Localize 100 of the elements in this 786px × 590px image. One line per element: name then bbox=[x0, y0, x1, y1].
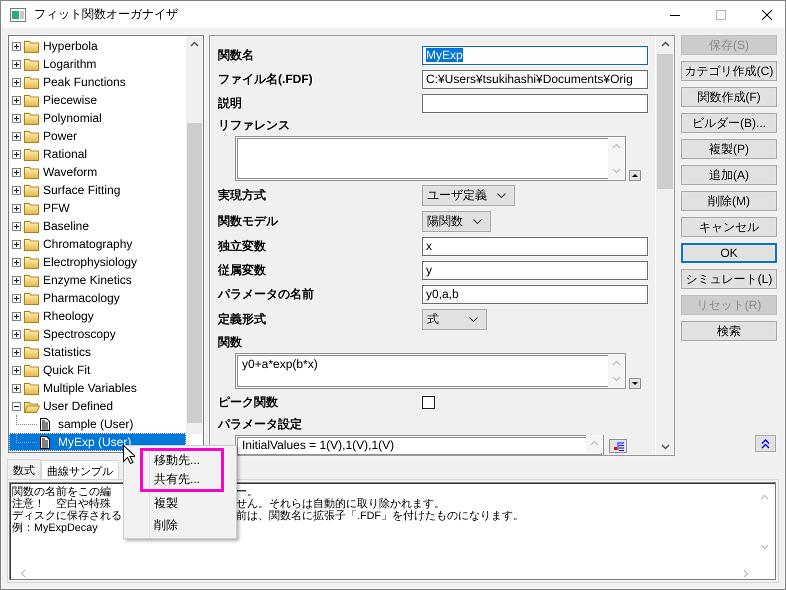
expand-icon[interactable] bbox=[12, 60, 21, 68]
scroll-up-icon[interactable] bbox=[190, 41, 199, 47]
input-field[interactable] bbox=[422, 94, 648, 112]
close-icon[interactable] bbox=[762, 10, 772, 20]
scroll-down-icon[interactable] bbox=[660, 444, 670, 450]
expand-icon[interactable] bbox=[12, 258, 21, 266]
tree-item[interactable]: Waveform bbox=[9, 163, 186, 181]
folder-icon bbox=[24, 310, 40, 322]
open-folder-icon bbox=[24, 400, 40, 412]
folder-icon bbox=[24, 382, 40, 394]
button[interactable]: 検索 bbox=[681, 321, 777, 341]
dropdown[interactable]: 陽関数 bbox=[422, 210, 491, 232]
menu-item[interactable]: 移動先... bbox=[143, 451, 221, 470]
tree-item[interactable]: User Defined bbox=[9, 397, 186, 415]
scrollbar[interactable] bbox=[186, 36, 203, 434]
text-area[interactable]: InitialValues = 1(V),1(V),1(V) bbox=[235, 435, 604, 455]
tree-item[interactable]: Rheology bbox=[9, 307, 186, 325]
dropdown[interactable]: ユーザ定義 bbox=[422, 184, 515, 206]
button[interactable]: 複製(P) bbox=[681, 139, 777, 159]
input-field[interactable]: y0,a,b bbox=[422, 284, 648, 304]
checkbox[interactable] bbox=[422, 396, 435, 408]
expand-icon[interactable] bbox=[12, 330, 21, 338]
tab[interactable]: 数式 bbox=[7, 459, 41, 479]
menu-item[interactable]: 削除 bbox=[124, 514, 236, 536]
section-label: 関数 bbox=[218, 334, 243, 351]
tree-item[interactable]: Enzyme Kinetics bbox=[9, 271, 186, 289]
button[interactable]: ビルダー(B)... bbox=[681, 113, 777, 133]
tree-item[interactable]: Piecewise bbox=[9, 91, 186, 109]
arrow-up-icon[interactable] bbox=[629, 170, 641, 181]
tree-item[interactable]: Electrophysiology bbox=[9, 253, 186, 271]
button[interactable]: シミュレート(L) bbox=[681, 269, 777, 289]
folder-icon bbox=[24, 346, 40, 358]
folder-icon bbox=[24, 220, 40, 232]
folder-icon bbox=[24, 202, 40, 214]
expand-icon[interactable] bbox=[12, 384, 21, 392]
button[interactable]: 関数作成(F) bbox=[681, 87, 777, 107]
tree-item[interactable]: Pharmacology bbox=[9, 289, 186, 307]
menu-item[interactable]: 共有先... bbox=[143, 470, 221, 489]
field-label: ピーク関数 bbox=[218, 394, 279, 410]
field-label: ファイル名(.FDF) bbox=[218, 70, 314, 88]
help-text: ディスクに保存される bbox=[12, 510, 122, 522]
tree-item[interactable]: Chromatography bbox=[9, 235, 186, 253]
expand-icon[interactable] bbox=[12, 114, 21, 122]
button[interactable]: OK bbox=[681, 243, 777, 263]
tree-item[interactable]: Power bbox=[9, 127, 186, 145]
tree-item[interactable]: Polynomial bbox=[9, 109, 186, 127]
expand-icon[interactable] bbox=[12, 366, 21, 374]
button[interactable]: 削除(M) bbox=[681, 191, 777, 211]
tree-item[interactable]: Quick Fit bbox=[9, 361, 186, 379]
expand-icon[interactable] bbox=[12, 150, 21, 158]
expand-icon[interactable] bbox=[12, 78, 21, 86]
folder-icon bbox=[24, 166, 40, 178]
input-field[interactable]: C:¥Users¥tsukihashi¥Documents¥Orig bbox=[422, 70, 648, 88]
scrollbar[interactable] bbox=[655, 36, 674, 455]
tree-item[interactable]: PFW bbox=[9, 199, 186, 217]
item-label: Surface Fitting bbox=[43, 183, 120, 197]
expand-icon[interactable] bbox=[12, 348, 21, 356]
tree-item[interactable]: Rational bbox=[9, 145, 186, 163]
expand-icon[interactable] bbox=[12, 240, 21, 248]
double-chevron-up-icon bbox=[761, 438, 770, 448]
help-text: せん。それらは自動的に取り除かれます。 bbox=[236, 498, 445, 510]
button[interactable]: カテゴリ作成(C) bbox=[681, 61, 777, 81]
item-label: Polynomial bbox=[43, 111, 102, 125]
button[interactable]: 追加(A) bbox=[681, 165, 777, 185]
field-label: 関数名 bbox=[218, 46, 255, 64]
input-field[interactable]: MyExp bbox=[422, 46, 648, 64]
tree-item[interactable]: Peak Functions bbox=[9, 73, 186, 91]
tree-item[interactable]: Surface Fitting bbox=[9, 181, 186, 199]
tree-item[interactable]: Spectroscopy bbox=[9, 325, 186, 343]
expand-icon[interactable] bbox=[12, 42, 21, 50]
folder-icon bbox=[24, 274, 40, 286]
menu-item[interactable]: 複製 bbox=[124, 492, 236, 514]
tab[interactable]: 曲線サンプル bbox=[41, 460, 119, 479]
arrow-down-icon[interactable] bbox=[629, 378, 641, 389]
scroll-up-icon[interactable] bbox=[660, 41, 670, 47]
tree-item[interactable]: sample (User) bbox=[9, 415, 186, 433]
item-label: Logarithm bbox=[43, 57, 96, 71]
tree-item[interactable]: Statistics bbox=[9, 343, 186, 361]
expand-icon[interactable] bbox=[12, 276, 21, 284]
expand-icon[interactable] bbox=[12, 204, 21, 212]
tree-item[interactable]: Hyperbola bbox=[9, 37, 186, 55]
expand-icon[interactable] bbox=[12, 96, 21, 104]
input-field[interactable]: x bbox=[422, 236, 648, 256]
item-label: PFW bbox=[43, 201, 70, 215]
dropdown[interactable]: 式 bbox=[422, 308, 487, 330]
tree-item[interactable]: Logarithm bbox=[9, 55, 186, 73]
help-text: 例：MyExpDecay bbox=[12, 522, 98, 534]
expand-icon[interactable] bbox=[12, 132, 21, 140]
expand-icon[interactable] bbox=[12, 222, 21, 230]
expand-icon[interactable] bbox=[12, 168, 21, 176]
expand-icon[interactable] bbox=[12, 294, 21, 302]
input-field[interactable]: y bbox=[422, 260, 648, 280]
collapse-button[interactable] bbox=[755, 435, 776, 452]
collapse-icon[interactable] bbox=[12, 402, 21, 410]
expand-icon[interactable] bbox=[12, 186, 21, 194]
tree-item[interactable]: Multiple Variables bbox=[9, 379, 186, 397]
expand-icon[interactable] bbox=[12, 312, 21, 320]
button[interactable]: キャンセル bbox=[681, 217, 777, 237]
list-icon[interactable] bbox=[609, 439, 627, 453]
tree-item[interactable]: Baseline bbox=[9, 217, 186, 235]
